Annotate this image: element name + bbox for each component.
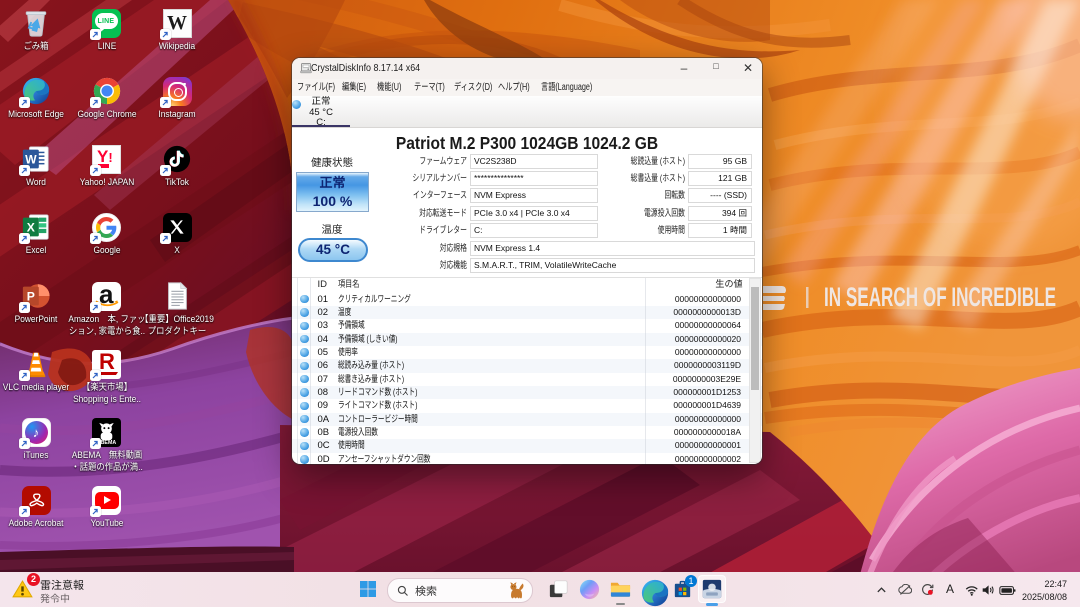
svg-text:IN SEARCH OF INCREDIBLE: IN SEARCH OF INCREDIBLE	[824, 282, 1056, 312]
